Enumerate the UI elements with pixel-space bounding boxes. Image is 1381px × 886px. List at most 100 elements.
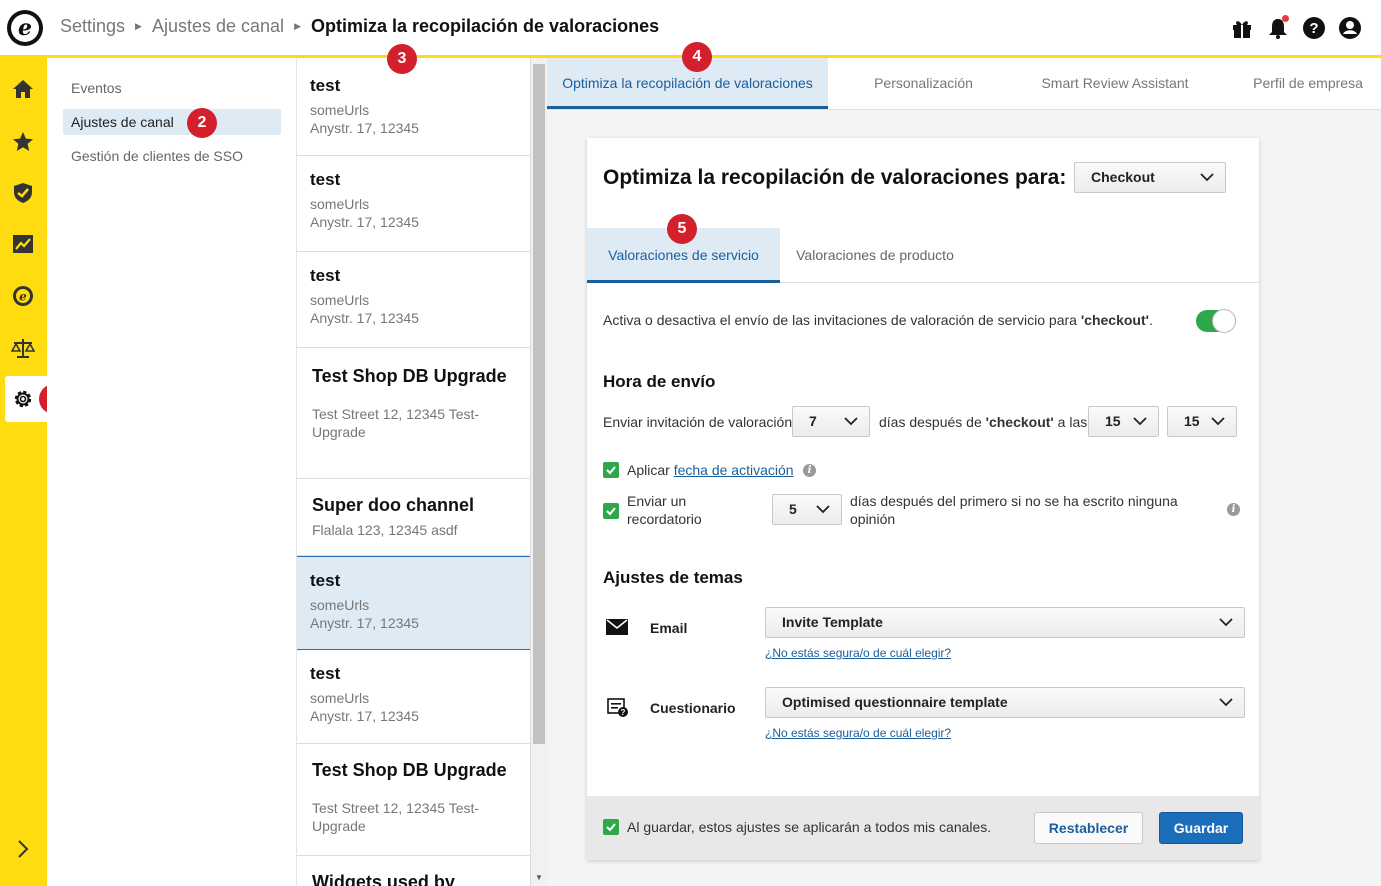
- channel-name: Test Shop DB Upgrade: [312, 366, 507, 386]
- scrollbar-thumb[interactable]: [533, 64, 545, 744]
- info-icon[interactable]: i: [803, 464, 816, 477]
- apply-activation-checkbox[interactable]: [603, 462, 619, 478]
- chevron-down-icon: [816, 505, 830, 514]
- svg-text:?: ?: [621, 708, 626, 717]
- tab-personalizacion[interactable]: Personalización: [838, 58, 1009, 109]
- source-select[interactable]: Checkout: [1074, 162, 1226, 193]
- step-badge-5: 5: [667, 214, 697, 244]
- questionnaire-template-select[interactable]: Optimised questionnaire template: [765, 687, 1245, 718]
- days-select[interactable]: 7: [792, 406, 870, 437]
- scale-icon[interactable]: [10, 335, 36, 361]
- days-after-channel: 'checkout': [985, 414, 1054, 430]
- questionnaire-template-value: Optimised questionnaire template: [782, 694, 1008, 710]
- email-template-select[interactable]: Invite Template: [765, 607, 1245, 638]
- channel-address: Test Street 12, 12345 Test-Upgrade: [312, 800, 480, 834]
- channel-item[interactable]: test someUrls Anystr. 17, 12345: [297, 252, 530, 348]
- channel-name: test: [310, 571, 341, 590]
- hour-select[interactable]: 15: [1088, 406, 1159, 437]
- apply-activation-text: Aplicar fecha de activación: [627, 462, 794, 478]
- step-badge-2: 2: [187, 108, 217, 138]
- minute-value: 15: [1184, 413, 1200, 429]
- main-panel: Optimiza la recopilación de valoraciones…: [547, 42, 1381, 886]
- channel-address: Flalala 123, 12345 asdf: [312, 522, 458, 538]
- apply-label: Aplicar: [627, 462, 674, 478]
- channel-item[interactable]: Widgets used by: [297, 856, 530, 886]
- channel-address: Test Street 12, 12345 Test-Upgrade: [312, 406, 480, 440]
- days-after-text: días después de 'checkout' a las: [879, 414, 1087, 430]
- reminder-text: días después del primero si no se ha esc…: [850, 493, 1178, 527]
- apply-all-channels-checkbox[interactable]: [603, 819, 619, 835]
- settings-subnav: Eventos Ajustes de canal Gestión de clie…: [47, 58, 297, 886]
- channel-item[interactable]: Super doo channel Flalala 123, 12345 asd…: [297, 479, 530, 556]
- toggle-text-channel: 'checkout': [1080, 312, 1149, 328]
- euro-icon[interactable]: e: [10, 283, 36, 309]
- home-icon[interactable]: [10, 76, 36, 102]
- hour-value: 15: [1105, 413, 1121, 429]
- card-footer: Al guardar, estos ajustes se aplicarán a…: [587, 796, 1259, 860]
- reminder-label: Enviar un recordatorio: [627, 493, 702, 527]
- gift-icon[interactable]: [1231, 17, 1253, 39]
- questionnaire-help-link[interactable]: ¿No estás segura/o de cuál elegir?: [765, 726, 951, 740]
- subnav-item-eventos[interactable]: Eventos: [63, 75, 281, 101]
- channel-item[interactable]: test someUrls Anystr. 17, 12345: [297, 58, 530, 156]
- days-value: 7: [809, 413, 817, 429]
- chevron-down-icon: [1219, 698, 1233, 707]
- reminder-checkbox[interactable]: [603, 503, 619, 519]
- channel-item-selected[interactable]: test someUrls Anystr. 17, 12345: [297, 556, 530, 650]
- reminder-days-value: 5: [789, 501, 797, 517]
- send-time-heading: Hora de envío: [603, 372, 716, 391]
- card-title: Optimiza la recopilación de valoraciones…: [603, 166, 1067, 189]
- channel-name: test: [310, 664, 341, 683]
- scroll-down-icon[interactable]: ▼: [535, 873, 543, 882]
- reminder-days-select[interactable]: 5: [772, 494, 842, 525]
- channel-item[interactable]: test someUrls Anystr. 17, 12345: [297, 650, 530, 744]
- tab-smart-review-assistant[interactable]: Smart Review Assistant: [1025, 58, 1205, 109]
- channel-address: Anystr. 17, 12345: [310, 214, 419, 230]
- days-after-post: a las: [1053, 414, 1088, 430]
- user-icon[interactable]: [1339, 17, 1361, 39]
- settings-tabs: Optimiza la recopilación de valoraciones…: [547, 58, 1381, 110]
- chevron-down-icon: [844, 417, 858, 426]
- help-icon[interactable]: ?: [1303, 17, 1325, 39]
- breadcrumb-separator-icon: ▶: [135, 21, 142, 31]
- breadcrumb-separator-icon: ▶: [294, 21, 301, 31]
- questionnaire-icon: ?: [607, 698, 628, 717]
- tab-perfil-de-empresa[interactable]: Perfil de empresa: [1243, 58, 1373, 109]
- bell-icon[interactable]: [1267, 15, 1289, 39]
- gear-icon[interactable]: [10, 386, 36, 412]
- info-icon[interactable]: i: [1227, 503, 1240, 516]
- subnav-item-gestion-sso[interactable]: Gestión de clientes de SSO: [63, 143, 281, 169]
- channel-item[interactable]: Test Shop DB Upgrade Test Street 12, 123…: [297, 744, 530, 856]
- channel-url: someUrls: [310, 292, 370, 308]
- subnav-item-ajustes-de-canal[interactable]: Ajustes de canal: [63, 109, 281, 135]
- channel-address: Anystr. 17, 12345: [310, 615, 419, 631]
- checkmark-icon: [606, 466, 616, 475]
- toggle-text-end: .: [1148, 312, 1153, 328]
- shield-icon[interactable]: [10, 180, 36, 206]
- channel-name: test: [310, 170, 341, 189]
- channel-item[interactable]: Test Shop DB Upgrade Test Street 12, 123…: [297, 348, 530, 479]
- save-button[interactable]: Guardar: [1159, 812, 1243, 844]
- email-help-link[interactable]: ¿No estás segura/o de cuál elegir?: [765, 646, 951, 660]
- channel-item[interactable]: test someUrls Anystr. 17, 12345: [297, 156, 530, 252]
- minute-select[interactable]: 15: [1167, 406, 1237, 437]
- reset-button[interactable]: Restablecer: [1034, 812, 1143, 844]
- channel-address: Anystr. 17, 12345: [310, 120, 419, 136]
- service-invite-toggle[interactable]: [1196, 309, 1236, 333]
- breadcrumb-channel-settings[interactable]: Ajustes de canal: [152, 16, 284, 37]
- channel-address: Anystr. 17, 12345: [310, 708, 419, 724]
- chevron-right-icon[interactable]: [10, 836, 36, 862]
- checkmark-icon: [606, 823, 616, 832]
- email-label: Email: [650, 620, 688, 636]
- subtab-producto[interactable]: Valoraciones de producto: [785, 228, 965, 283]
- channel-list-scrollbar[interactable]: ▼: [531, 58, 547, 886]
- activation-date-link[interactable]: fecha de activación: [674, 462, 794, 478]
- main-nav-rail: e: [0, 58, 47, 886]
- chevron-down-icon: [1211, 417, 1225, 426]
- toggle-description: Activa o desactiva el envío de las invit…: [603, 312, 1153, 328]
- chart-icon[interactable]: [10, 231, 36, 257]
- star-icon[interactable]: [10, 129, 36, 155]
- trusted-shops-logo[interactable]: e: [7, 10, 43, 46]
- channel-list: test someUrls Anystr. 17, 12345 test som…: [297, 58, 531, 886]
- breadcrumb-settings[interactable]: Settings: [60, 16, 125, 37]
